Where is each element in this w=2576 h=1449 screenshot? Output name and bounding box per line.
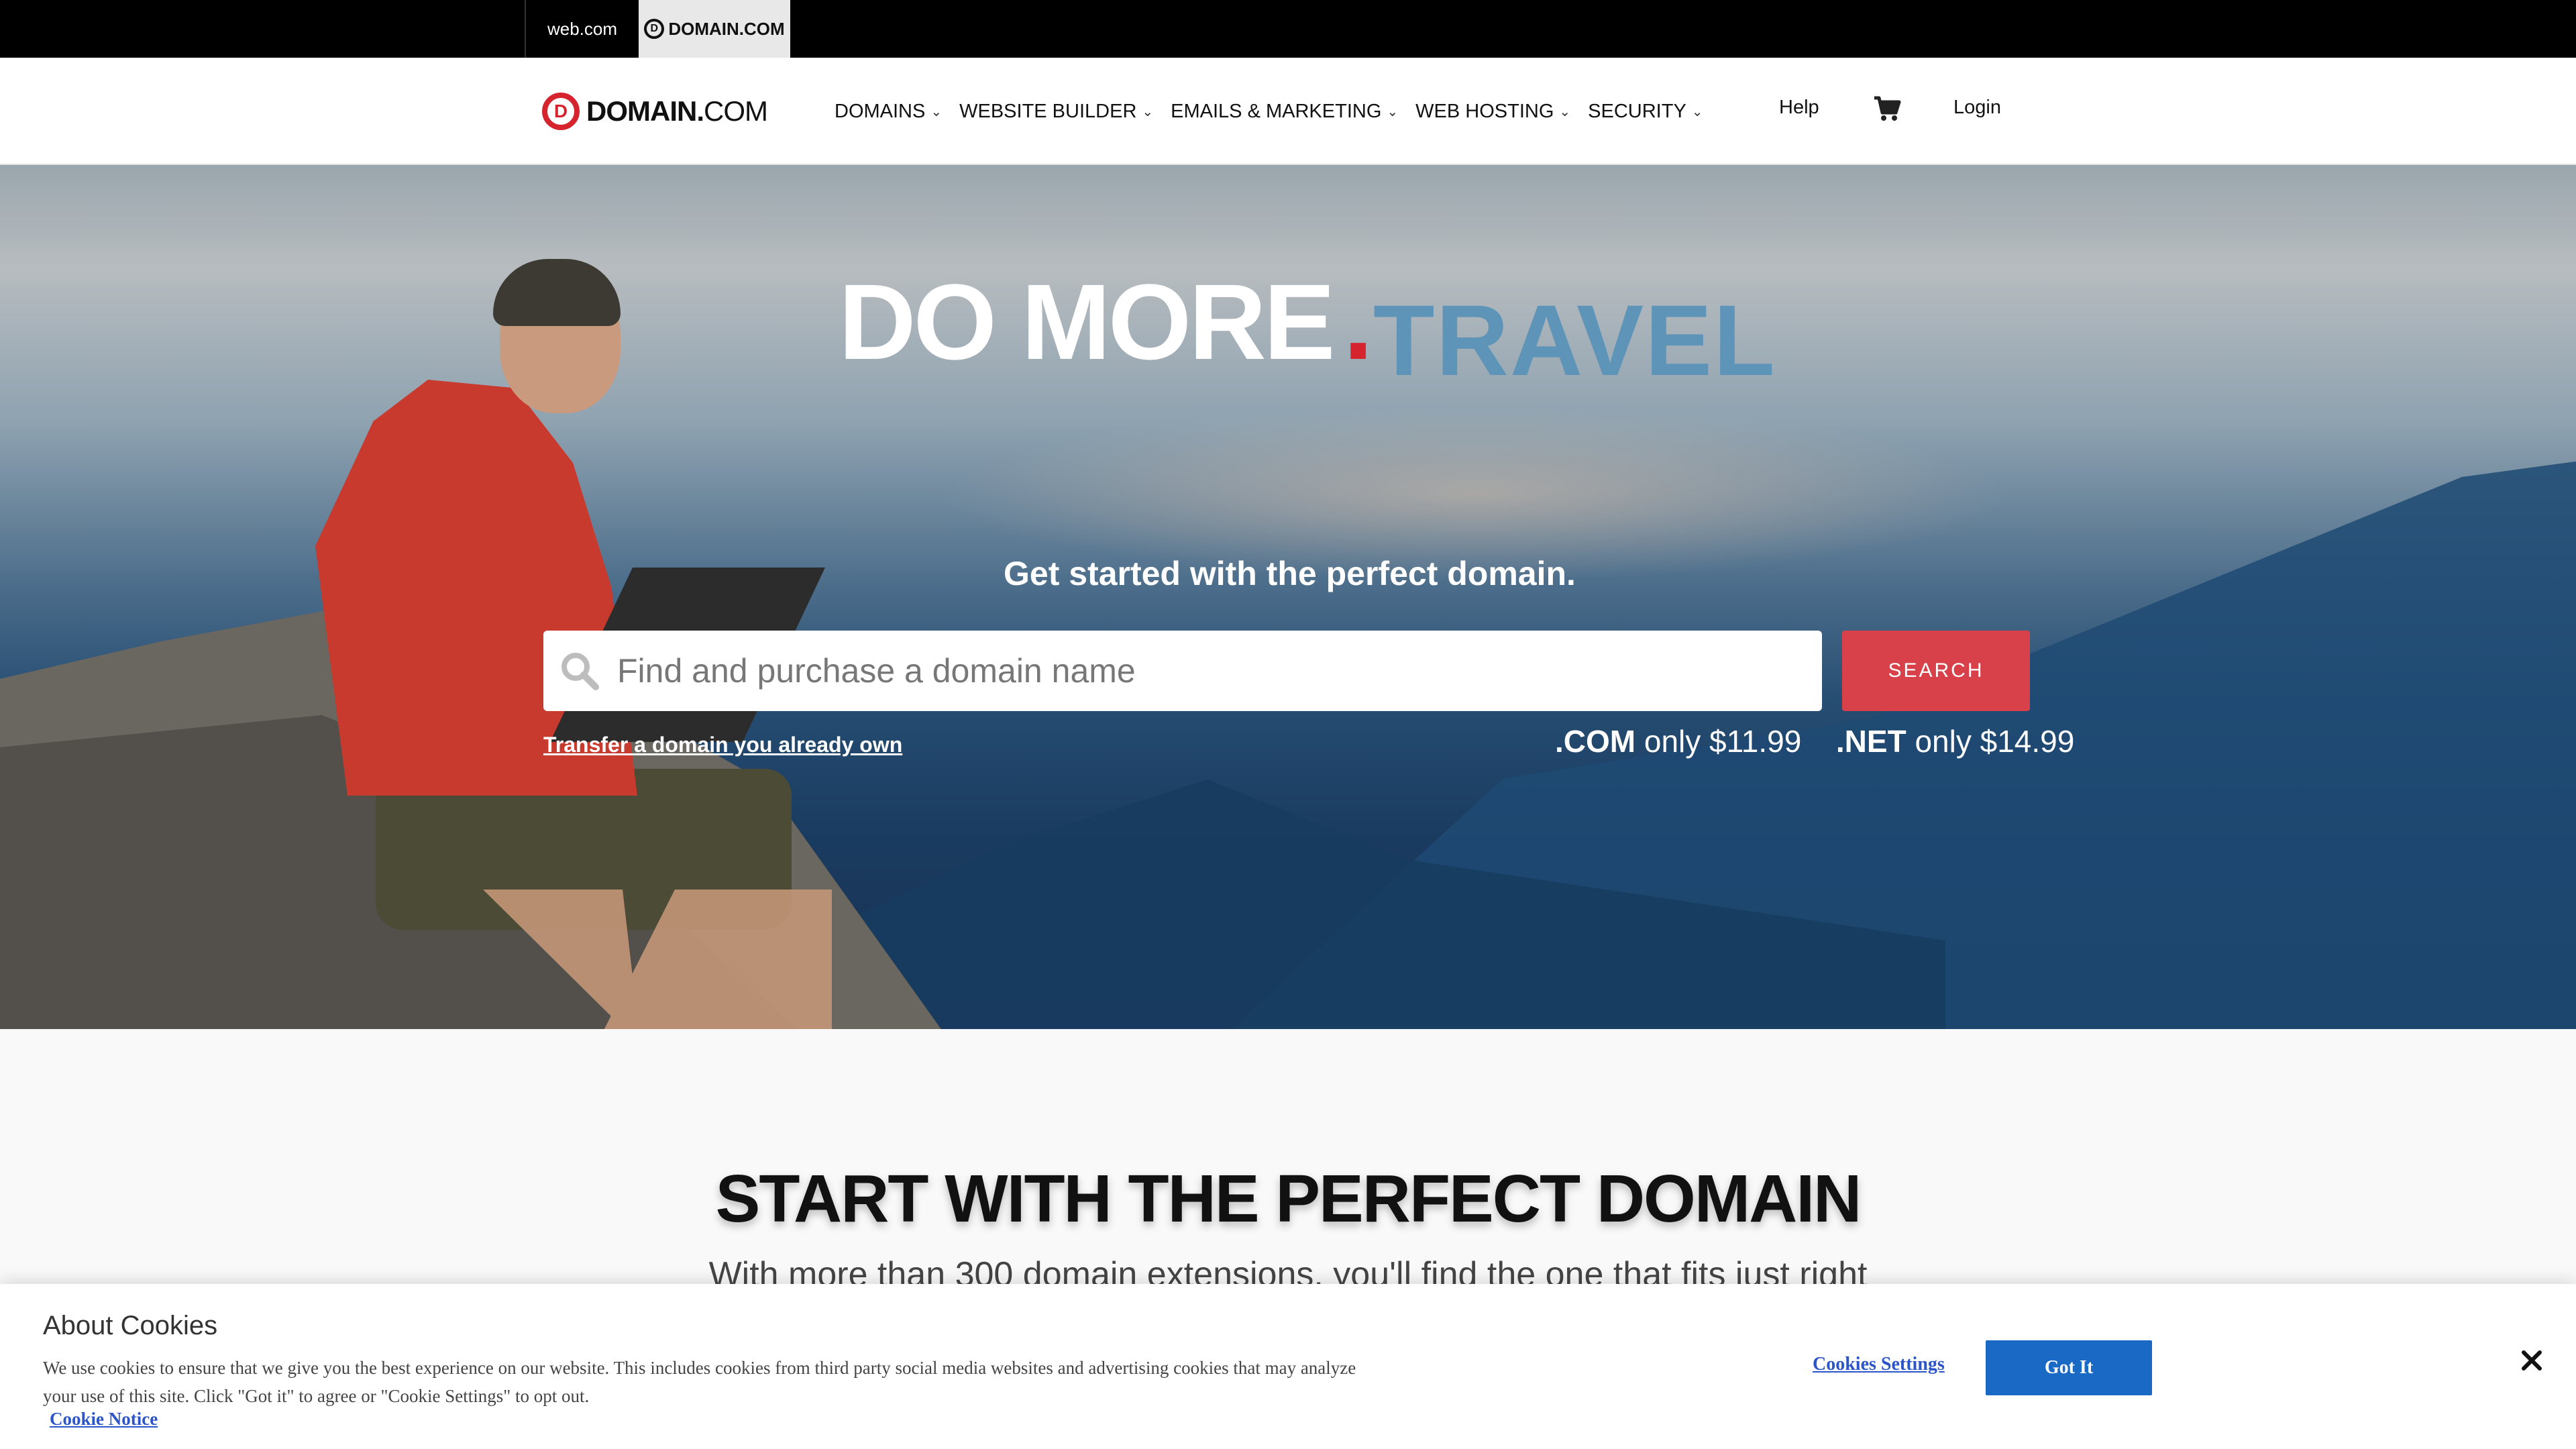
tld-prices: .COM only $11.99 .NET only $14.99 xyxy=(1555,723,2074,759)
nav-item-website-builder[interactable]: WEBSITE BUILDER ⌄ xyxy=(959,101,1153,123)
nav-menu: DOMAINS ⌄ WEBSITE BUILDER ⌄ EMAILS & MAR… xyxy=(835,58,1721,165)
login-link[interactable]: Login xyxy=(1953,97,2001,119)
nav-item-emails-marketing[interactable]: EMAILS & MARKETING ⌄ xyxy=(1171,101,1398,123)
hero-headline-extension: TRAVEL xyxy=(1373,284,1776,396)
chevron-down-icon: ⌄ xyxy=(930,104,943,119)
transfer-domain-link[interactable]: Transfer a domain you already own xyxy=(543,733,902,757)
logo-text-light: COM xyxy=(704,95,768,127)
cookie-banner-text: We use cookies to ensure that we give yo… xyxy=(43,1358,1356,1406)
domain-search-input[interactable] xyxy=(617,644,1798,698)
tab-domain-com[interactable]: D DOMAIN.COM xyxy=(639,0,790,58)
price-com-text: only $11.99 xyxy=(1644,724,1802,759)
section-title: START WITH THE PERFECT DOMAIN xyxy=(715,1161,1862,1236)
hero-headline-text: DO MORE xyxy=(839,262,1335,382)
chevron-down-icon: ⌄ xyxy=(1387,104,1399,119)
cart-icon[interactable] xyxy=(1873,95,1901,122)
chevron-down-icon: ⌄ xyxy=(1142,104,1154,119)
main-nav: D DOMAIN. COM DOMAINS ⌄ WEBSITE BUILDER … xyxy=(0,58,2576,165)
hero-person-cap xyxy=(493,259,621,326)
nav-item-domains[interactable]: DOMAINS ⌄ xyxy=(835,101,942,123)
search-icon xyxy=(561,653,599,690)
cookie-notice-link[interactable]: Cookie Notice xyxy=(50,1409,158,1430)
nav-item-web-hosting[interactable]: WEB HOSTING ⌄ xyxy=(1415,101,1570,123)
domain-com-logo[interactable]: D DOMAIN. COM xyxy=(542,91,768,131)
chevron-down-icon: ⌄ xyxy=(1691,104,1703,119)
tab-web-com[interactable]: web.com xyxy=(525,0,639,58)
cookie-settings-button[interactable]: Cookies Settings xyxy=(1813,1354,1945,1375)
hero-headline-dot: . xyxy=(1343,262,1373,382)
tab-domain-com-label: DOMAIN.COM xyxy=(668,18,785,39)
cookie-banner: About Cookies We use cookies to ensure t… xyxy=(0,1284,2576,1449)
price-net-text: only $14.99 xyxy=(1915,724,2075,759)
hero-headline: DO MORE . TRAVEL xyxy=(839,262,1776,391)
nav-item-security[interactable]: SECURITY ⌄ xyxy=(1588,101,1703,123)
nav-item-website-builder-label: WEBSITE BUILDER xyxy=(959,100,1137,122)
hero-subheadline: Get started with the perfect domain. xyxy=(1004,555,1576,592)
logo-text-strong: DOMAIN. xyxy=(586,95,704,127)
domain-search-box xyxy=(543,631,1822,711)
nav-item-security-label: SECURITY xyxy=(1588,100,1686,122)
logo-mark-icon: D xyxy=(542,93,580,130)
search-button[interactable]: SEARCH xyxy=(1842,631,2030,711)
price-net-tld: .NET xyxy=(1835,724,1907,759)
nav-item-web-hosting-label: WEB HOSTING xyxy=(1415,100,1554,122)
tab-web-com-label: web.com xyxy=(547,18,618,39)
nav-item-emails-marketing-label: EMAILS & MARKETING xyxy=(1171,100,1382,122)
help-link[interactable]: Help xyxy=(1779,97,1819,119)
price-com-tld: .COM xyxy=(1555,724,1636,759)
brand-bar: web.com D DOMAIN.COM xyxy=(0,0,2576,58)
nav-item-domains-label: DOMAINS xyxy=(835,100,926,122)
cookie-accept-button[interactable]: Got It xyxy=(1986,1340,2152,1395)
close-icon[interactable] xyxy=(2517,1346,2546,1375)
cookie-banner-title: About Cookies xyxy=(43,1311,218,1340)
domain-mini-logo-icon: D xyxy=(644,19,665,39)
chevron-down-icon: ⌄ xyxy=(1559,104,1571,119)
